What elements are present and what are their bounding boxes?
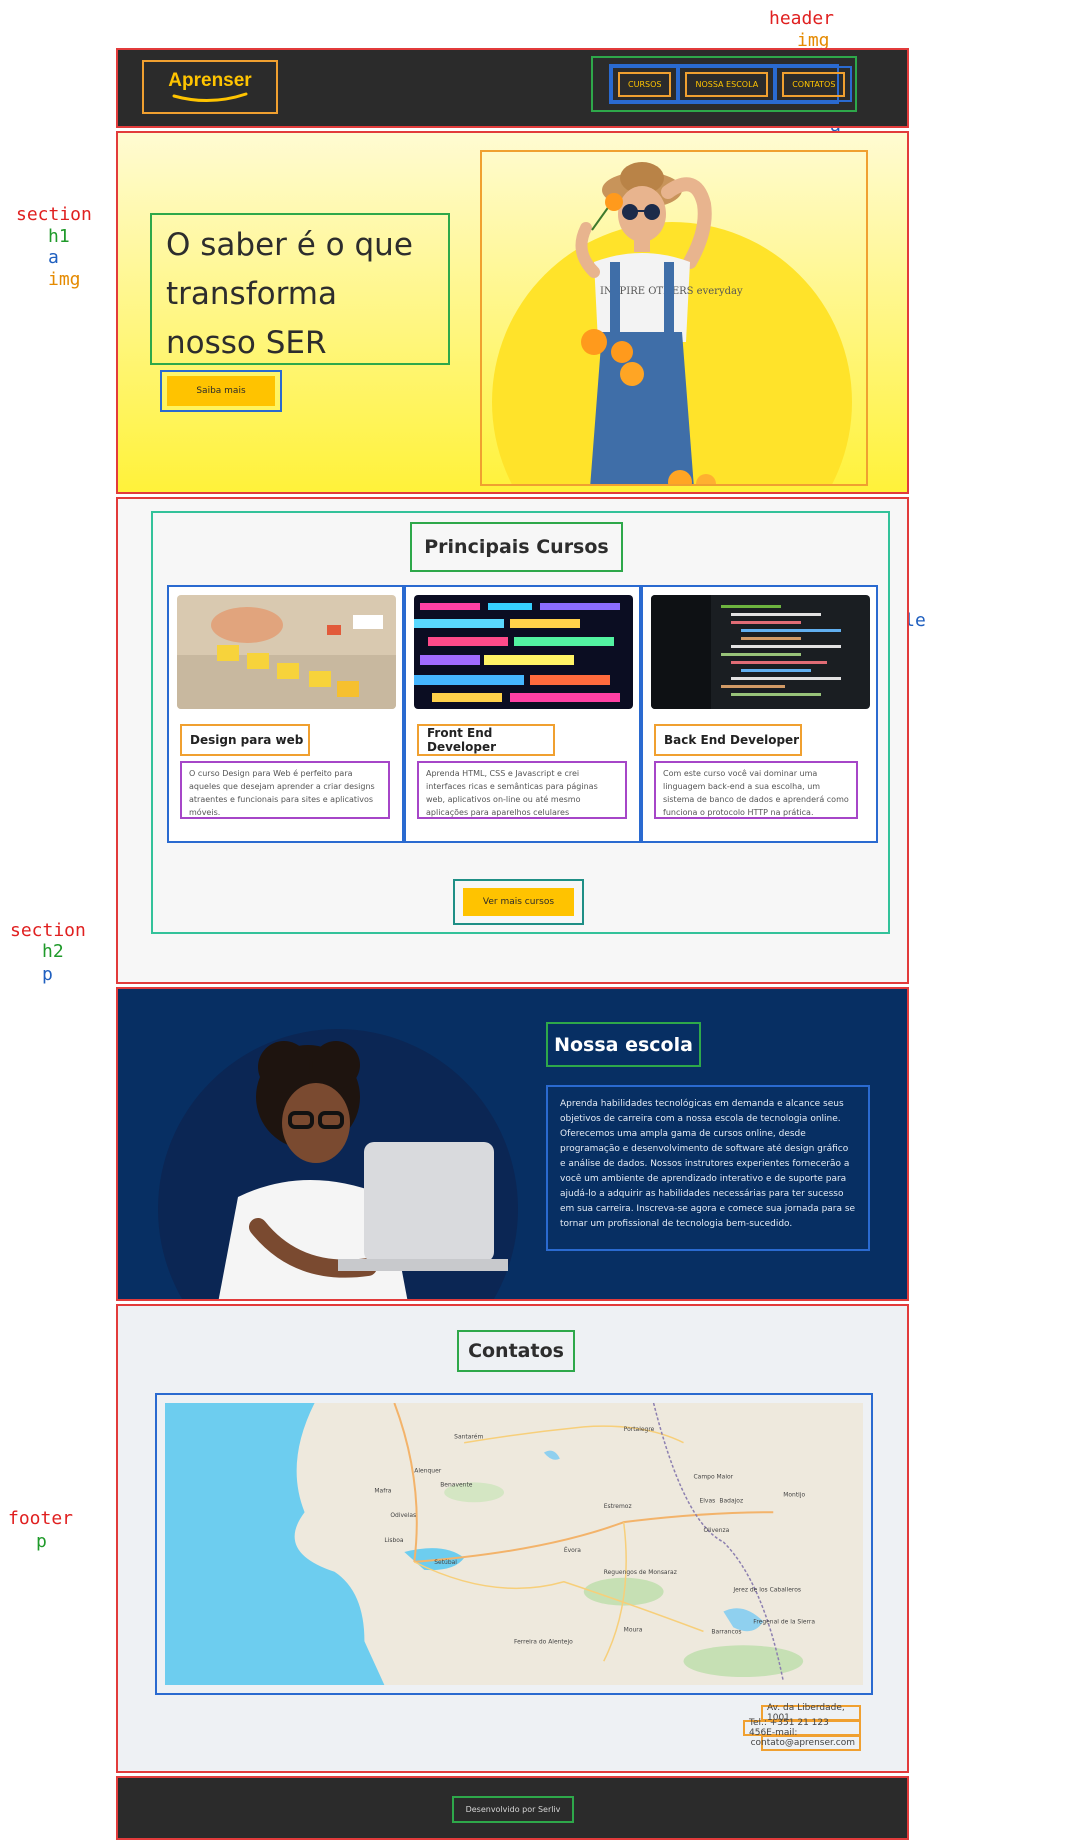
map-place-santarem: Santarém bbox=[454, 1434, 483, 1441]
ver-mais-cursos-button[interactable]: Ver mais cursos bbox=[453, 879, 584, 925]
map-place-fregenal: Fregenal de la Sierra bbox=[753, 1618, 815, 1625]
escola-section: Nossa escola Aprenda habilidades tecnoló… bbox=[116, 987, 909, 1301]
map-place-estremoz: Estremoz bbox=[604, 1503, 632, 1510]
site-footer: Desenvolvido por Serliv bbox=[116, 1776, 909, 1840]
map-place-campo-maior: Campo Maior bbox=[693, 1473, 733, 1480]
main-nav: CURSOS NOSSA ESCOLA CONTATOS bbox=[591, 56, 857, 112]
map-canvas: Santarém Portalegre Alenquer Benavente M… bbox=[165, 1403, 863, 1685]
nav-link-nossa-escola[interactable]: NOSSA ESCOLA bbox=[685, 71, 769, 97]
map-iframe[interactable]: Santarém Portalegre Alenquer Benavente M… bbox=[155, 1393, 873, 1695]
course-title-frontend: Front End Developer bbox=[417, 724, 555, 756]
annotation-p: p bbox=[42, 964, 53, 985]
nav-link-cursos[interactable]: CURSOS bbox=[618, 71, 672, 97]
hero-cta-button[interactable]: Saiba mais bbox=[160, 370, 282, 412]
map-place-barrancos: Barrancos bbox=[711, 1628, 741, 1635]
nav-item-cursos: CURSOS bbox=[611, 66, 679, 102]
hero-image: INSPIRE OTHERS everyday bbox=[480, 150, 868, 486]
map-place-odivelas: Odivelas bbox=[390, 1512, 416, 1519]
map-place-moura: Moura bbox=[624, 1626, 643, 1633]
site-header: Aprenser CURSOS NOSSA ESCOLA CONTATOS bbox=[116, 48, 909, 128]
map-place-ferreira: Ferreira do Alentejo bbox=[514, 1638, 573, 1645]
course-title-backend: Back End Developer bbox=[654, 724, 802, 756]
annotation-header: header bbox=[769, 8, 835, 29]
course-card-design[interactable]: Design para web O curso Design para Web … bbox=[167, 585, 404, 843]
logo[interactable]: Aprenser bbox=[142, 60, 278, 114]
map-place-reguengos: Reguengos de Monsaraz bbox=[604, 1569, 677, 1576]
course-card-frontend[interactable]: Front End Developer Aprenda HTML, CSS e … bbox=[404, 585, 641, 843]
course-card-backend[interactable]: Back End Developer Com este curso você v… bbox=[641, 585, 878, 843]
annotation-h1: h1 bbox=[48, 226, 70, 247]
map-place-olivenza: Olivenza bbox=[703, 1527, 729, 1534]
annotation-p: p bbox=[36, 1531, 47, 1552]
nav-item-nossa-escola: NOSSA ESCOLA bbox=[678, 66, 776, 102]
map-place-alenquer: Alenquer bbox=[414, 1468, 441, 1475]
contatos-title: Contatos bbox=[457, 1330, 575, 1372]
course-text-design: O curso Design para Web é perfeito para … bbox=[180, 761, 390, 819]
ver-mais-cursos-label: Ver mais cursos bbox=[463, 888, 574, 916]
map-place-evora: Évora bbox=[564, 1546, 581, 1554]
contact-phone: Tel.: +351 21 123 456E-mail: bbox=[743, 1718, 861, 1738]
map-place-setubal: Setúbal bbox=[434, 1559, 457, 1566]
woman-with-flowers-illustration: INSPIRE OTHERS everyday bbox=[492, 162, 852, 484]
escola-description: Aprenda habilidades tecnológicas em dema… bbox=[546, 1085, 870, 1251]
student-with-laptop-image bbox=[188, 1027, 508, 1299]
nav-list: CURSOS NOSSA ESCOLA CONTATOS bbox=[609, 64, 853, 104]
annotation-img: img bbox=[48, 269, 81, 290]
annotation-footer: footer bbox=[8, 1508, 74, 1529]
map-place-elvas: Elvas bbox=[699, 1497, 715, 1504]
logo-text: Aprenser bbox=[168, 70, 252, 91]
hero-section: O saber é o que transforma nosso SER Sai… bbox=[116, 131, 909, 494]
annotation-section: section bbox=[16, 204, 92, 225]
contatos-section: Contatos Santarém Portalegre Alenquer Be… bbox=[116, 1304, 909, 1773]
map-place-montijo: Montijo bbox=[783, 1491, 805, 1498]
hero-title: O saber é o que transforma nosso SER bbox=[150, 213, 450, 365]
footer-credits: Desenvolvido por Serliv bbox=[452, 1796, 574, 1823]
hero-cta-label: Saiba mais bbox=[167, 376, 275, 406]
logo-swoosh-icon bbox=[172, 92, 248, 103]
annotation-a: a bbox=[48, 247, 59, 268]
cursos-section: Principais Cursos Design para web O curs bbox=[151, 511, 890, 934]
course-image-backend bbox=[651, 595, 870, 709]
course-text-backend: Com este curso você vai dominar uma ling… bbox=[654, 761, 858, 819]
contact-email[interactable]: contato@aprenser.com bbox=[751, 1735, 861, 1751]
nav-item-contatos: CONTATOS bbox=[775, 66, 853, 102]
annotation-section: section bbox=[10, 920, 86, 941]
nav-link-contatos[interactable]: CONTATOS bbox=[782, 71, 846, 97]
cursos-title: Principais Cursos bbox=[410, 522, 623, 572]
escola-title: Nossa escola bbox=[546, 1022, 701, 1067]
course-text-frontend: Aprenda HTML, CSS e Javascript e crei in… bbox=[417, 761, 627, 819]
map-place-benavente: Benavente bbox=[440, 1481, 473, 1488]
map-place-portalegre: Portalegre bbox=[624, 1426, 655, 1433]
course-title-design: Design para web bbox=[180, 724, 310, 756]
annotation-h2: h2 bbox=[42, 941, 64, 962]
map-place-badajoz: Badajoz bbox=[719, 1497, 743, 1504]
course-image-frontend bbox=[414, 595, 633, 709]
map-place-lisboa: Lisboa bbox=[384, 1537, 404, 1544]
main-content: Principais Cursos Design para web O curs bbox=[116, 497, 909, 984]
map-place-mafra: Mafra bbox=[374, 1487, 391, 1494]
course-image-design bbox=[177, 595, 396, 709]
map-place-jerez: Jerez de los Caballeros bbox=[732, 1587, 801, 1594]
